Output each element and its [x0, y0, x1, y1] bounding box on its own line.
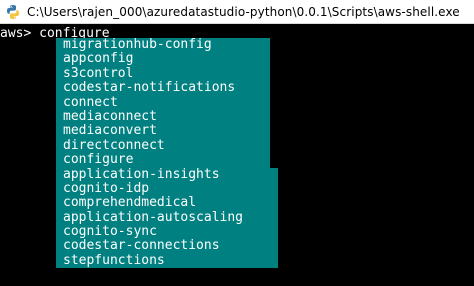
completion-item[interactable]: migrationhub-config: [56, 37, 270, 53]
completion-menu[interactable]: migrationhub-config appconfig s3control …: [56, 37, 278, 269]
completion-item[interactable]: connect: [56, 95, 270, 110]
completion-item[interactable]: cognito-idp: [56, 181, 278, 197]
prompt-text: aws>: [0, 26, 40, 41]
console-window: C:\Users\rajen_000\azuredatastudio-pytho…: [0, 0, 474, 286]
terminal-area[interactable]: aws> configure migrationhub-config appco…: [0, 24, 474, 286]
completion-item[interactable]: comprehendmedical: [56, 195, 278, 211]
completion-item[interactable]: mediaconnect: [56, 109, 270, 125]
completion-item[interactable]: codestar-notifications: [56, 80, 270, 96]
completion-item[interactable]: application-autoscaling: [56, 210, 278, 226]
title-bar[interactable]: C:\Users\rajen_000\azuredatastudio-pytho…: [0, 0, 474, 24]
completion-item[interactable]: s3control: [56, 66, 270, 82]
completion-item[interactable]: application-insights: [56, 167, 278, 182]
completion-item[interactable]: directconnect: [56, 138, 270, 154]
completion-item[interactable]: stepfunctions: [56, 253, 278, 269]
window-title: C:\Users\rajen_000\azuredatastudio-pytho…: [27, 4, 460, 19]
completion-item[interactable]: appconfig: [56, 51, 270, 67]
completion-item[interactable]: cognito-sync: [56, 224, 278, 240]
python-icon: [7, 4, 19, 19]
completion-item[interactable]: codestar-connections: [56, 239, 278, 254]
completion-item[interactable]: mediaconvert: [56, 123, 270, 139]
completion-item[interactable]: configure: [56, 152, 270, 168]
